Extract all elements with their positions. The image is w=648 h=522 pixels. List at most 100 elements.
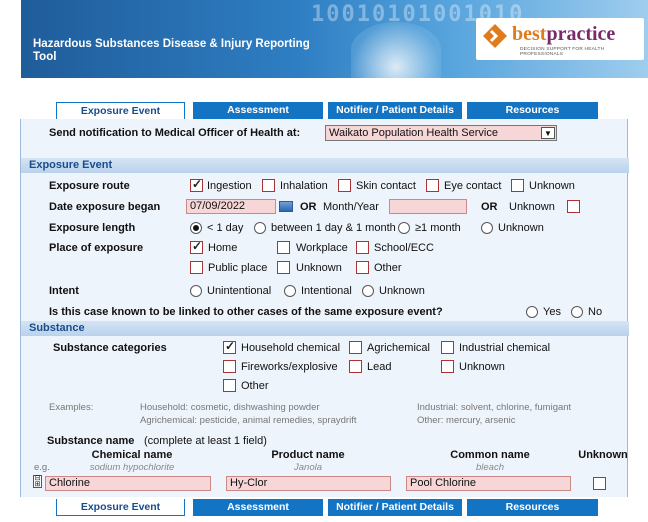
cat-household-label: Household chemical bbox=[241, 342, 341, 354]
tab-notifier-patient[interactable]: Notifier / Patient Details bbox=[328, 102, 462, 119]
cat-fireworks-checkbox[interactable] bbox=[223, 360, 236, 373]
linked-question: Is this case known to be linked to other… bbox=[49, 306, 443, 318]
chevron-down-icon[interactable]: ▼ bbox=[541, 127, 555, 139]
examples-household: Household: cosmetic, dishwashing powder bbox=[140, 402, 320, 413]
cat-lead-checkbox[interactable] bbox=[349, 360, 362, 373]
length-gte1month-radio[interactable] bbox=[398, 222, 410, 234]
app-title: Hazardous Substances Disease & Injury Re… bbox=[33, 38, 310, 63]
length-unknown-radio[interactable] bbox=[481, 222, 493, 234]
eg-chemical: sodium hypochlorite bbox=[89, 462, 175, 473]
place-home-checkbox[interactable] bbox=[190, 239, 203, 254]
cat-unknown-label: Unknown bbox=[459, 361, 505, 373]
length-1day-1month-radio[interactable] bbox=[254, 222, 266, 234]
or-label-2: OR bbox=[481, 201, 498, 213]
exposure-length-label: Exposure length bbox=[49, 222, 136, 234]
cat-other-checkbox[interactable] bbox=[223, 379, 236, 392]
route-skin-checkbox[interactable] bbox=[338, 179, 351, 192]
col-common-name: Common name bbox=[450, 449, 530, 461]
cat-household-checkbox[interactable] bbox=[223, 339, 236, 354]
bottom-tab-exposure-event[interactable]: Exposure Event bbox=[56, 499, 185, 516]
place-other-checkbox[interactable] bbox=[356, 261, 369, 274]
length-lt1day-radio[interactable] bbox=[190, 222, 202, 234]
examples-label: Examples: bbox=[49, 402, 94, 413]
cat-unknown-checkbox[interactable] bbox=[441, 360, 454, 373]
route-ingestion-checkbox[interactable] bbox=[190, 177, 203, 192]
eg-common: bleach bbox=[476, 462, 504, 473]
bottom-tab-resources[interactable]: Resources bbox=[467, 499, 598, 516]
substance-name-label: Substance name bbox=[47, 435, 135, 447]
month-year-input[interactable] bbox=[389, 199, 467, 214]
route-eye-checkbox[interactable] bbox=[426, 179, 439, 192]
moh-select[interactable]: Waikato Population Health Service ▼ bbox=[325, 125, 557, 141]
place-label: Place of exposure bbox=[49, 242, 144, 254]
date-unknown-label: Unknown bbox=[509, 201, 555, 213]
date-began-label: Date exposure began bbox=[49, 201, 161, 213]
place-unknown-checkbox[interactable] bbox=[277, 261, 290, 274]
cat-agrichemical-checkbox[interactable] bbox=[349, 341, 362, 354]
linked-yes-radio[interactable] bbox=[526, 306, 538, 318]
date-unknown-checkbox[interactable] bbox=[567, 200, 580, 213]
date-began-input[interactable]: 07/09/2022 bbox=[186, 199, 276, 214]
intent-unknown-label: Unknown bbox=[379, 285, 425, 297]
route-inhalation-label: Inhalation bbox=[280, 180, 328, 192]
intent-intentional-label: Intentional bbox=[301, 285, 352, 297]
place-workplace-label: Workplace bbox=[296, 242, 348, 254]
bottom-tab-notifier-patient[interactable]: Notifier / Patient Details bbox=[328, 499, 462, 516]
expand-collapse-icon[interactable]: ⊟ ⊞ bbox=[33, 475, 42, 488]
exposure-route-label: Exposure route bbox=[49, 180, 130, 192]
moh-select-value: Waikato Population Health Service bbox=[329, 127, 498, 139]
tab-resources[interactable]: Resources bbox=[467, 102, 598, 119]
section-exposure-event: Exposure Event bbox=[21, 158, 629, 173]
substance-categories-label: Substance categories bbox=[53, 342, 167, 354]
place-home-label: Home bbox=[208, 242, 238, 254]
calendar-icon[interactable] bbox=[279, 201, 293, 212]
substance-unknown-checkbox[interactable] bbox=[593, 477, 606, 490]
length-1day-1month-label: between 1 day & 1 month bbox=[271, 222, 396, 234]
tab-assessment[interactable]: Assessment bbox=[193, 102, 323, 119]
product-name-input[interactable]: Hy-Clor bbox=[226, 476, 391, 491]
bottom-tab-bar: Exposure Event Assessment Notifier / Pat… bbox=[0, 499, 627, 517]
route-skin-label: Skin contact bbox=[356, 180, 416, 192]
place-school-label: School/ECC bbox=[374, 242, 434, 254]
col-product-name: Product name bbox=[271, 449, 345, 461]
place-other-label: Other bbox=[374, 262, 402, 274]
route-inhalation-checkbox[interactable] bbox=[262, 179, 275, 192]
chemical-name-input[interactable]: Chlorine bbox=[45, 476, 211, 491]
route-unknown-checkbox[interactable] bbox=[511, 179, 524, 192]
intent-intentional-radio[interactable] bbox=[284, 285, 296, 297]
route-unknown-label: Unknown bbox=[529, 180, 575, 192]
tab-exposure-event[interactable]: Exposure Event bbox=[56, 102, 185, 119]
examples-industrial: Industrial: solvent, chlorine, fumigant bbox=[417, 402, 572, 413]
length-gte1month-label: ≥1 month bbox=[415, 222, 461, 234]
cat-agrichemical-label: Agrichemical bbox=[367, 342, 430, 354]
globe-graphic bbox=[351, 22, 441, 78]
notification-label: Send notification to Medical Officer of … bbox=[49, 127, 301, 139]
bestpractice-logo[interactable]: bestpractice DECISION SUPPORT FOR HEALTH… bbox=[476, 18, 644, 60]
examples-other: Other: mercury, arsenic bbox=[417, 415, 516, 426]
common-name-input[interactable]: Pool Chlorine bbox=[406, 476, 571, 491]
logo-mark-icon bbox=[483, 24, 507, 48]
route-eye-label: Eye contact bbox=[444, 180, 502, 192]
cat-industrial-label: Industrial chemical bbox=[459, 342, 551, 354]
linked-yes-label: Yes bbox=[543, 306, 561, 318]
linked-no-radio[interactable] bbox=[571, 306, 583, 318]
place-public-checkbox[interactable] bbox=[190, 261, 203, 274]
form-panel: Send notification to Medical Officer of … bbox=[20, 119, 629, 497]
place-school-checkbox[interactable] bbox=[356, 241, 369, 254]
place-public-label: Public place bbox=[208, 262, 268, 274]
logo-brand: bestpractice bbox=[512, 23, 616, 45]
top-tab-bar: Exposure Event Assessment Notifier / Pat… bbox=[0, 102, 627, 120]
month-year-label: Month/Year bbox=[323, 201, 379, 213]
place-unknown-label: Unknown bbox=[296, 262, 342, 274]
place-workplace-checkbox[interactable] bbox=[277, 241, 290, 254]
cat-lead-label: Lead bbox=[367, 361, 392, 373]
col-chemical-name: Chemical name bbox=[91, 449, 173, 461]
cat-fireworks-label: Fireworks/explosive bbox=[241, 361, 338, 373]
intent-unknown-radio[interactable] bbox=[362, 285, 374, 297]
bottom-tab-assessment[interactable]: Assessment bbox=[193, 499, 323, 516]
intent-unintentional-label: Unintentional bbox=[207, 285, 272, 297]
cat-industrial-checkbox[interactable] bbox=[441, 341, 454, 354]
length-unknown-label: Unknown bbox=[498, 222, 544, 234]
intent-unintentional-radio[interactable] bbox=[190, 285, 202, 297]
col-unknown: Unknown bbox=[578, 449, 628, 461]
